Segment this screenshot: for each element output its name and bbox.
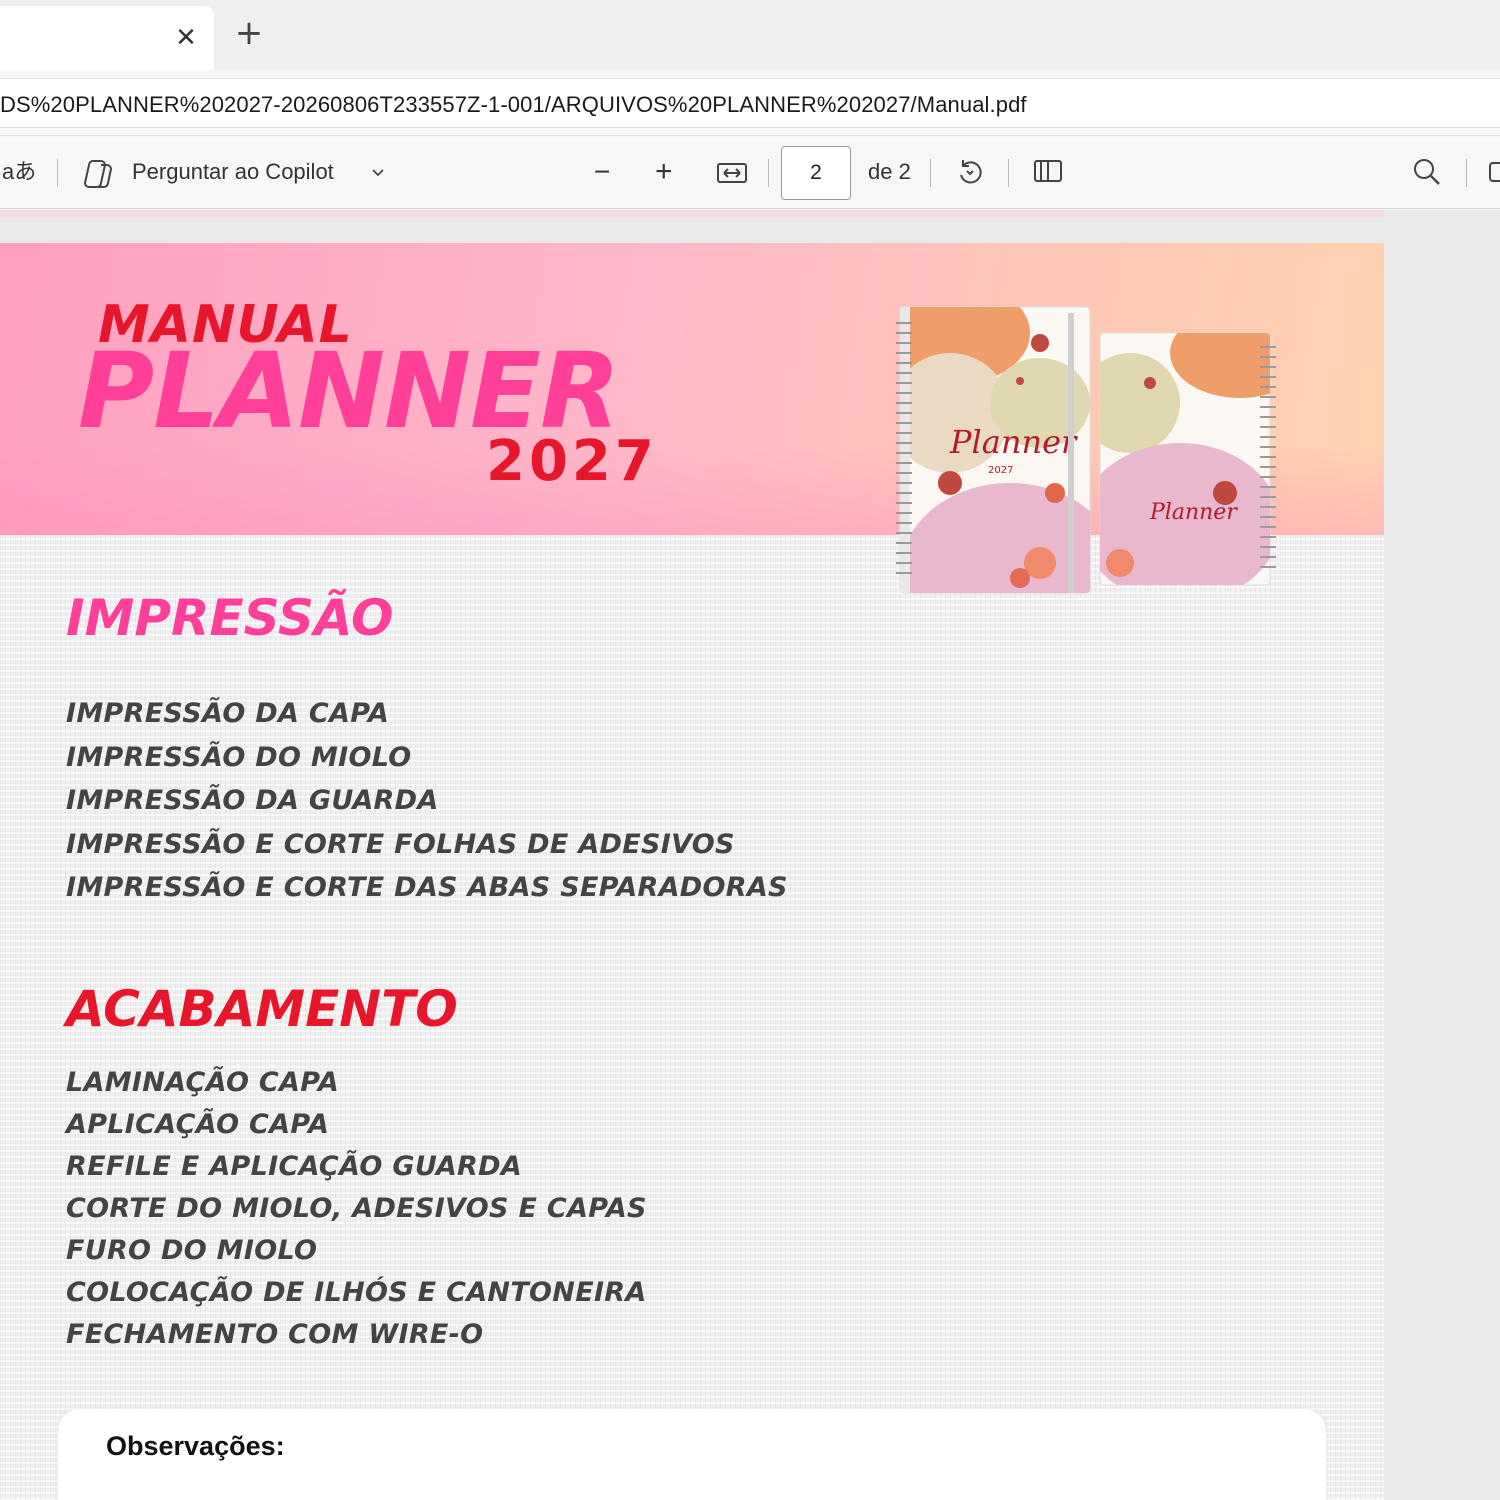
pdf-toolbar: aあ Perguntar ao Copilot − + 2 de 2 — [0, 137, 1500, 209]
pdf-viewer[interactable]: MANUAL PLANNER 2027 Planner 2027 Planner… — [0, 210, 1500, 1500]
rotate-icon[interactable] — [954, 157, 986, 189]
list-item: LAMINAÇÃO CAPA — [66, 1067, 340, 1098]
address-bar: DS%20PLANNER%202027-20260806T233557Z-1-0… — [0, 70, 1500, 136]
planner-mockup-image: Planner 2027 Planner — [896, 306, 1276, 594]
section-title-impressao: IMPRESSÃO — [66, 589, 394, 647]
observations-box: Observações: — [58, 1409, 1326, 1500]
page-number-input[interactable]: 2 — [781, 146, 851, 200]
list-item: IMPRESSÃO DA GUARDA — [66, 785, 439, 816]
chevron-down-icon[interactable] — [370, 165, 386, 181]
toolbar-divider — [1008, 159, 1009, 187]
toolbar-divider — [930, 159, 931, 187]
list-item: FURO DO MIOLO — [66, 1235, 318, 1266]
section-title-acabamento: ACABAMENTO — [66, 980, 458, 1038]
list-item: REFILE E APLICAÇÃO GUARDA — [66, 1151, 523, 1182]
list-item: IMPRESSÃO DA CAPA — [66, 698, 390, 729]
fit-width-icon[interactable] — [716, 161, 748, 185]
more-tools-icon[interactable] — [1486, 157, 1500, 187]
read-aloud-button[interactable]: aあ — [2, 155, 36, 189]
copilot-button[interactable]: Perguntar ao Copilot — [132, 155, 334, 189]
zoom-in-button[interactable]: + — [655, 155, 673, 189]
tab-strip: ✕ + — [0, 0, 1500, 70]
browser-tab[interactable]: ✕ — [0, 6, 214, 70]
acabamento-list: LAMINAÇÃO CAPA APLICAÇÃO CAPA REFILE E A… — [66, 1067, 647, 1361]
list-item: IMPRESSÃO E CORTE FOLHAS DE ADESIVOS — [66, 828, 735, 860]
close-icon[interactable]: ✕ — [170, 22, 202, 54]
search-icon[interactable] — [1412, 157, 1442, 187]
pdf-page: MANUAL PLANNER 2027 Planner 2027 Planner… — [0, 243, 1384, 1500]
url-field[interactable]: DS%20PLANNER%202027-20260806T233557Z-1-0… — [0, 78, 1500, 128]
url-text[interactable]: DS%20PLANNER%202027-20260806T233557Z-1-0… — [0, 92, 1027, 118]
page-total-label: de 2 — [868, 159, 911, 184]
toolbar-divider — [57, 159, 58, 187]
toolbar-divider — [768, 159, 769, 187]
list-item: CORTE DO MIOLO, ADESIVOS E CAPAS — [66, 1193, 647, 1224]
list-item: IMPRESSÃO E CORTE DAS ABAS SEPARADORAS — [66, 872, 788, 903]
list-item: FECHAMENTO COM WIRE-O — [66, 1319, 484, 1350]
toolbar-divider — [1466, 159, 1467, 187]
list-item: APLICAÇÃO CAPA — [66, 1109, 330, 1140]
previous-page-edge — [0, 210, 1384, 218]
mockup-title-2: Planner — [1149, 500, 1238, 525]
list-item: IMPRESSÃO DO MIOLO — [66, 741, 412, 773]
mockup-title-1: Planner — [949, 423, 1078, 461]
copilot-icon[interactable] — [82, 157, 116, 191]
plus-icon[interactable]: + — [230, 16, 268, 52]
page-view-icon[interactable] — [1032, 157, 1064, 187]
list-item: COLOCAÇÃO DE ILHÓS E CANTONEIRA — [66, 1277, 647, 1308]
mockup-year-1: 2027 — [988, 465, 1013, 476]
title-year: 2027 — [486, 429, 658, 494]
observations-label: Observações: — [106, 1431, 285, 1461]
zoom-out-button[interactable]: − — [594, 155, 610, 189]
impressao-list: IMPRESSÃO DA CAPA IMPRESSÃO DO MIOLO IMP… — [66, 698, 788, 916]
